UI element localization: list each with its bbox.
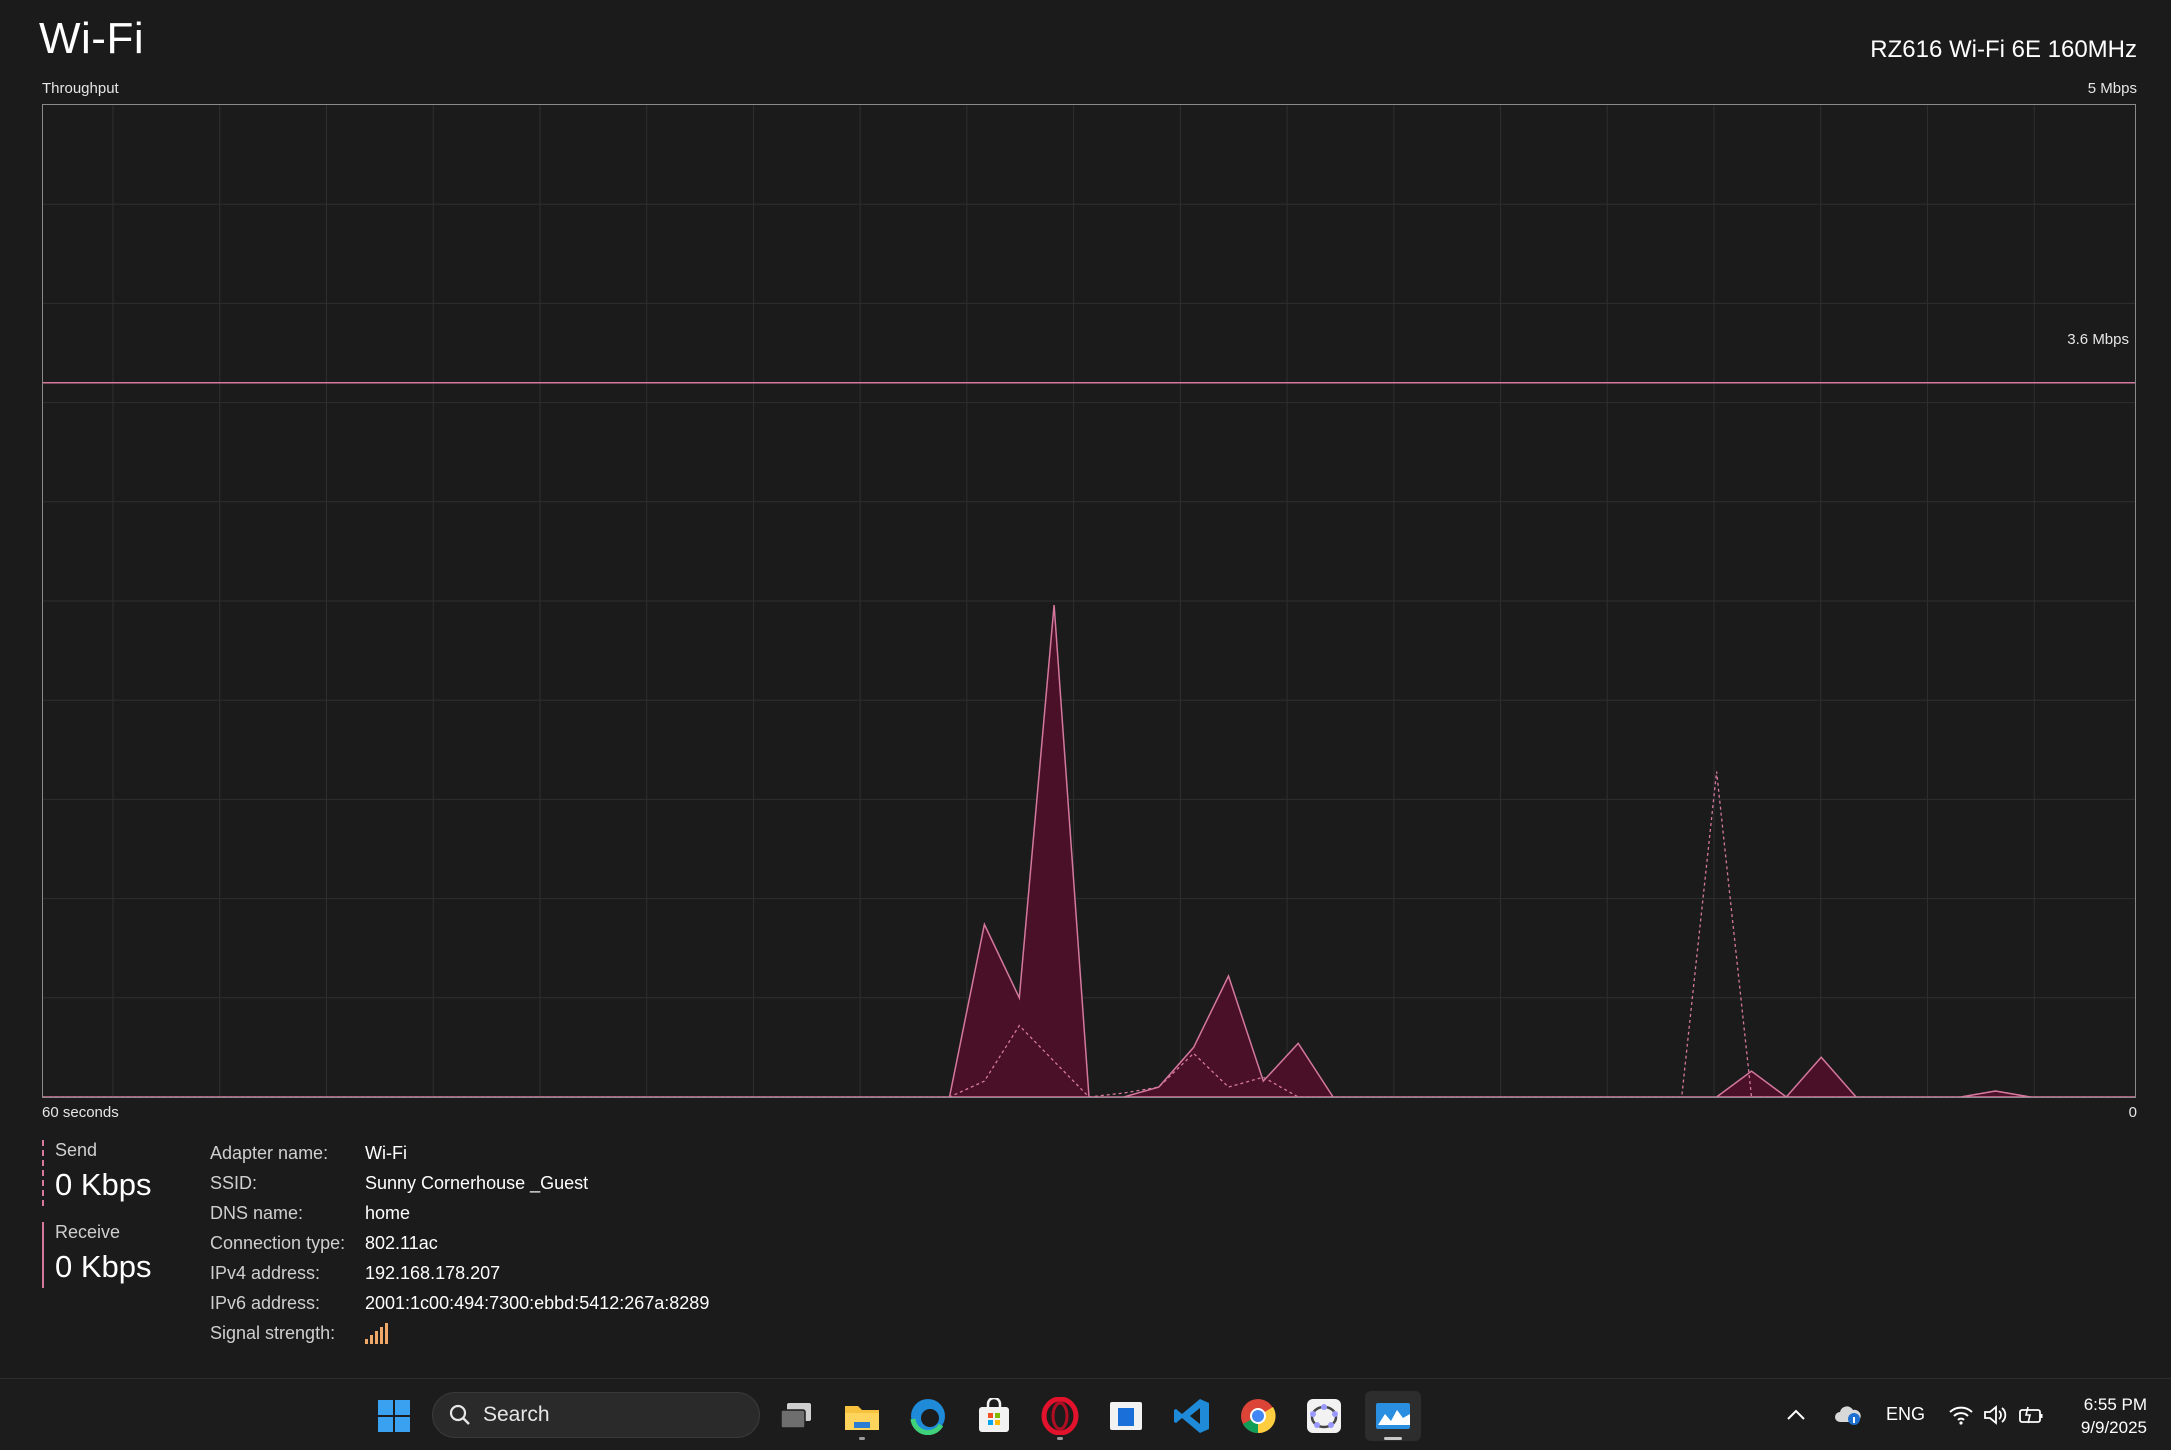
running-indicator <box>1384 1437 1402 1440</box>
detail-key: IPv6 address: <box>210 1292 321 1313</box>
clock-time: 6:55 PM <box>2083 1395 2147 1414</box>
search-placeholder: Search <box>483 1403 550 1426</box>
signal-strength-icon <box>365 1322 388 1344</box>
battery-icon[interactable] <box>2018 1379 2044 1450</box>
running-indicator <box>859 1437 865 1440</box>
detail-row-ipv4: IPv4 address: 192.168.178.207 <box>210 1258 709 1288</box>
detail-row-connection-type: Connection type: 802.11ac <box>210 1228 709 1258</box>
taskbar-search[interactable]: Search <box>432 1392 760 1438</box>
send-legend[interactable]: Send 0 Kbps <box>42 1140 152 1206</box>
signal-bar <box>365 1339 368 1344</box>
search-icon <box>449 1404 470 1425</box>
detail-key: IPv4 address: <box>210 1262 321 1283</box>
detail-value: Wi-Fi <box>365 1142 407 1163</box>
windows-start-icon[interactable] <box>369 1391 419 1441</box>
page-title: Wi-Fi <box>39 14 145 63</box>
detail-key: Adapter name: <box>210 1142 329 1163</box>
chrome-icon[interactable] <box>1233 1391 1283 1441</box>
detail-value: Sunny Cornerhouse _Guest <box>365 1172 589 1193</box>
detail-key: SSID: <box>210 1172 258 1193</box>
receive-legend[interactable]: Receive 0 Kbps <box>42 1222 152 1288</box>
geogebra-icon[interactable] <box>1299 1391 1349 1441</box>
adapter-model-label: RZ616 Wi-Fi 6E 160MHz <box>1870 36 2137 63</box>
task-manager-icon[interactable] <box>1365 1391 1421 1441</box>
throughput-graph: 3.6 Mbps <box>42 104 2136 1098</box>
show-hidden-icons-chevron-icon[interactable] <box>1786 1379 1806 1450</box>
edge-icon[interactable] <box>903 1391 953 1441</box>
store-icon[interactable] <box>969 1391 1019 1441</box>
running-indicator <box>1057 1437 1063 1440</box>
signal-bar <box>370 1335 373 1344</box>
task-view-icon[interactable] <box>771 1391 821 1441</box>
detail-value: 2001:1c00:494:7300:ebbd:5412:267a:8289 <box>365 1292 710 1313</box>
detail-value: 802.11ac <box>365 1232 438 1253</box>
detail-row-dns-name: DNS name: home <box>210 1198 709 1228</box>
taskbar: Search ENG 6:55 PM 9/9/2025 <box>0 1378 2171 1449</box>
opera-icon[interactable] <box>1035 1391 1085 1441</box>
detail-key: Signal strength: <box>210 1322 336 1343</box>
volume-icon[interactable] <box>1983 1379 2007 1450</box>
detail-row-adapter-name: Adapter name: Wi-Fi <box>210 1138 709 1168</box>
detail-row-signal-strength: Signal strength: <box>210 1318 709 1348</box>
graph-max-label: 5 Mbps <box>2087 80 2137 97</box>
throughput-label: Throughput <box>42 80 119 97</box>
vscode-icon[interactable] <box>1167 1391 1217 1441</box>
clock[interactable]: 6:55 PM 9/9/2025 <box>2081 1393 2147 1439</box>
receive-label: Receive <box>55 1222 121 1242</box>
snip-icon[interactable] <box>1101 1391 1151 1441</box>
clock-date: 9/9/2025 <box>2080 1418 2147 1437</box>
onedrive-icon[interactable] <box>1834 1379 1862 1450</box>
detail-value: 192.168.178.207 <box>365 1262 501 1283</box>
x-axis-right-label: 0 <box>2128 1104 2137 1121</box>
send-value: 0 Kbps <box>55 1167 152 1202</box>
x-axis-left-label: 60 seconds <box>42 1104 119 1121</box>
signal-bar <box>385 1323 388 1344</box>
detail-key: Connection type: <box>210 1232 346 1253</box>
send-label: Send <box>55 1140 98 1160</box>
detail-value: home <box>365 1202 411 1223</box>
detail-row-ipv6: IPv6 address: 2001:1c00:494:7300:ebbd:54… <box>210 1288 709 1318</box>
throughput-graph-svg <box>43 105 2135 1097</box>
detail-row-ssid: SSID: Sunny Cornerhouse _Guest <box>210 1168 709 1198</box>
wifi-icon[interactable] <box>1948 1379 1974 1450</box>
signal-bar <box>380 1327 383 1344</box>
language-indicator[interactable]: ENG <box>1886 1379 1925 1450</box>
signal-bar <box>375 1331 378 1344</box>
reference-line-label: 3.6 Mbps <box>2067 331 2129 348</box>
detail-key: DNS name: <box>210 1202 304 1223</box>
adapter-details: Adapter name: Wi-Fi SSID: Sunny Cornerho… <box>210 1138 709 1348</box>
file-explorer-icon[interactable] <box>837 1391 887 1441</box>
receive-value: 0 Kbps <box>55 1249 152 1284</box>
